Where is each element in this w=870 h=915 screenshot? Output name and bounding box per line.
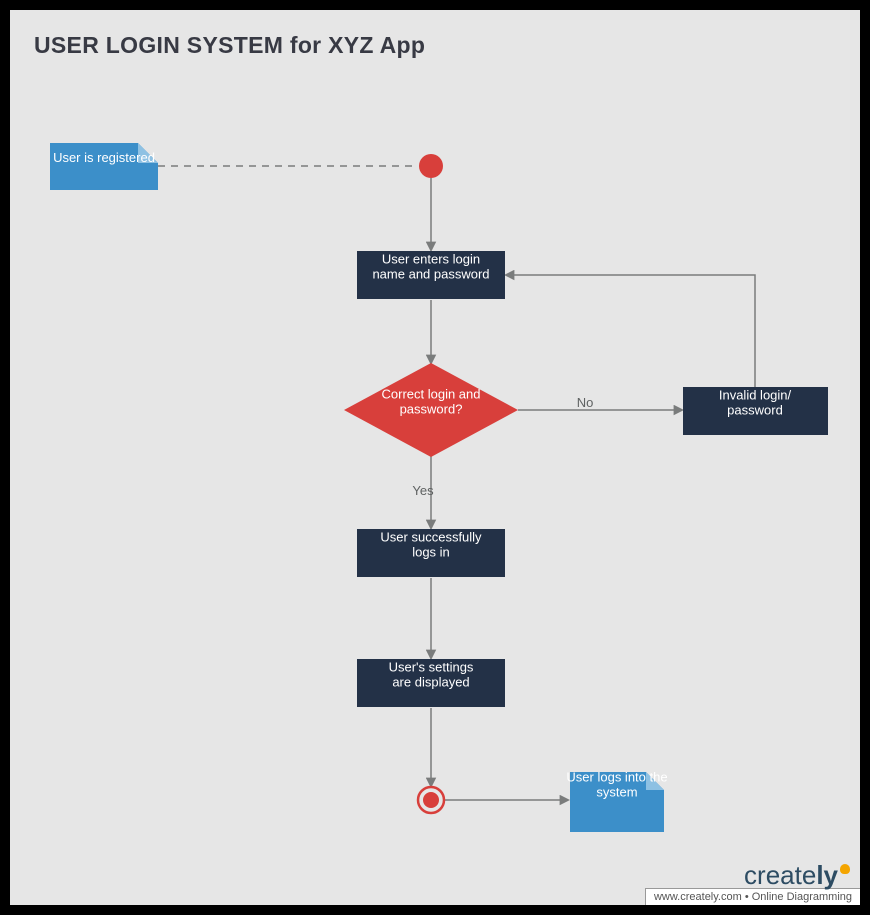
footer-tagline: www.creately.com • Online Diagramming <box>645 888 860 905</box>
process-enter-credentials: User enters loginname and password <box>357 251 505 299</box>
connector-invalid-enter <box>506 275 755 387</box>
process-login-success: User successfullylogs in <box>357 529 505 577</box>
end-node <box>418 787 444 813</box>
brand-logo: creately <box>645 862 860 888</box>
note-user-registered: User is registered <box>50 143 158 190</box>
svg-text:Invalid login/password: Invalid login/password <box>719 388 792 418</box>
decision-correct-credentials: Correct login andpassword? <box>344 363 518 457</box>
svg-text:User's settingsare displayed: User's settingsare displayed <box>389 660 474 690</box>
edge-label-no: No <box>577 395 594 410</box>
lightbulb-icon <box>840 864 850 874</box>
edge-label-yes: Yes <box>412 483 434 498</box>
svg-text:User enters loginname and pass: User enters loginname and password <box>372 252 489 282</box>
brand-post: ly <box>816 860 838 890</box>
note-user-logs-in: User logs into thesystem <box>566 770 667 833</box>
start-node <box>419 154 443 178</box>
brand-pre: create <box>744 860 816 890</box>
process-invalid-login: Invalid login/password <box>683 387 828 435</box>
diagram-canvas: USER LOGIN SYSTEM for XYZ App No Yes <box>0 0 870 915</box>
svg-text:User is registered: User is registered <box>53 150 155 165</box>
footer: creately www.creately.com • Online Diagr… <box>645 862 860 905</box>
flowchart-svg: No Yes User is registered User enters lo… <box>10 10 860 905</box>
process-settings-displayed: User's settingsare displayed <box>357 659 505 707</box>
